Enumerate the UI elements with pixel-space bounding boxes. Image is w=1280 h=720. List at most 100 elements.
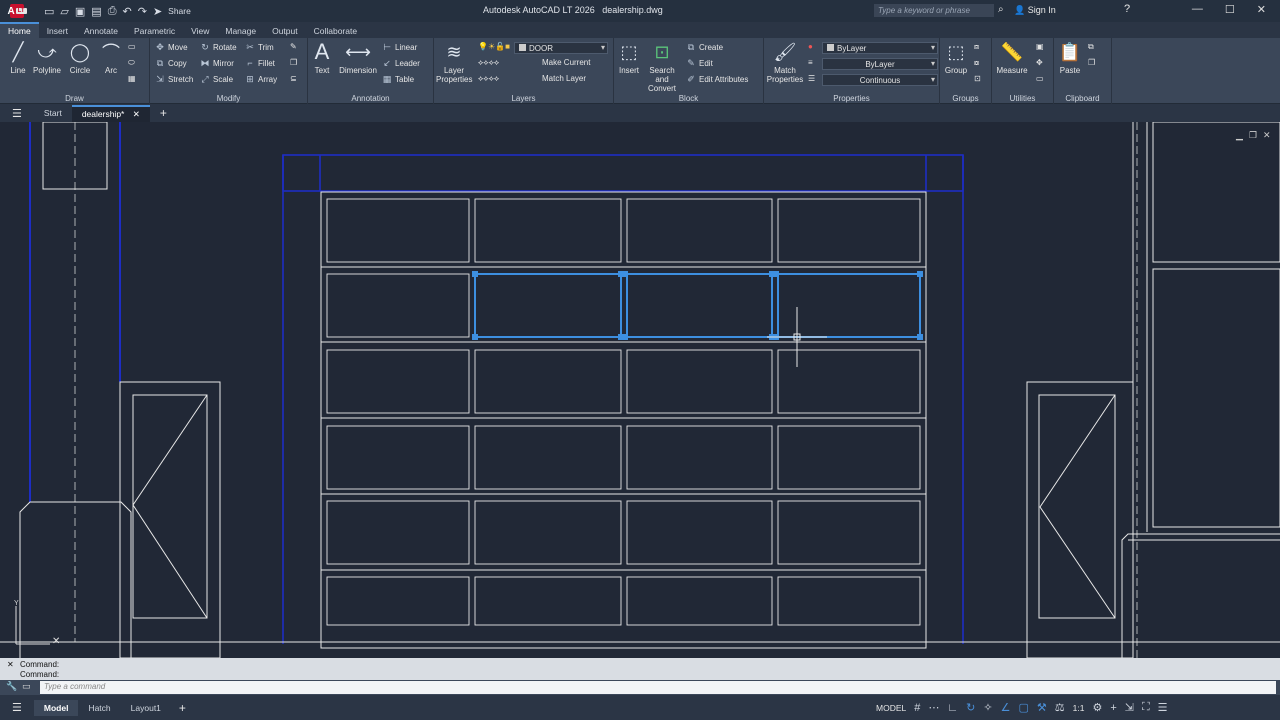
layer-tools-2-icon[interactable]: ⟡⟡⟡⟡ (478, 74, 499, 84)
table-button[interactable]: ▦ Table (382, 74, 414, 84)
grid-icon[interactable]: # (914, 702, 920, 714)
share-icon[interactable]: ➤ (153, 5, 162, 18)
selected-panels[interactable] (474, 273, 921, 338)
groups-panel-title[interactable]: Groups (940, 94, 991, 103)
search-icon[interactable]: ⌕ (998, 4, 1004, 15)
match-properties-button[interactable]: 🖌 Match Properties (764, 40, 806, 85)
edit-block-button[interactable]: ✎ Edit (686, 58, 713, 68)
snap-icon[interactable]: ⋯ (928, 701, 939, 714)
erase-icon[interactable]: ✎ (290, 42, 297, 51)
drawing-canvas[interactable]: ▁ ❐ ✕ ✕ Y (0, 122, 1280, 658)
modify-panel-title[interactable]: Modify (150, 94, 307, 103)
layers-panel-title[interactable]: Layers (434, 94, 613, 103)
viewport-minimize-icon[interactable]: ▁ (1235, 130, 1244, 141)
close-tab-icon[interactable]: ✕ (133, 109, 140, 119)
text-button[interactable]: A Text (302, 39, 342, 75)
menu-icon[interactable]: ☰ (0, 107, 34, 120)
block-panel-title[interactable]: Block (614, 94, 763, 103)
layer-tools-icon[interactable]: ⟡⟡⟡⟡ (478, 58, 499, 68)
add-layout-icon[interactable]: + (171, 701, 194, 715)
tab-view[interactable]: View (183, 24, 217, 38)
help-icon[interactable]: ? (1124, 3, 1130, 15)
paste-button[interactable]: 📋 Paste (1050, 40, 1090, 76)
selection-cycling-icon[interactable]: ▢ (1018, 701, 1028, 714)
utilities-panel-title[interactable]: Utilities (992, 94, 1053, 103)
grip-handles[interactable] (472, 271, 923, 340)
layer-dropdown[interactable]: DOOR (514, 42, 608, 54)
tab-start[interactable]: Start (34, 106, 72, 120)
plot-icon[interactable]: ⎙ (108, 5, 117, 18)
command-prompt-icon[interactable]: ▭ (22, 681, 31, 692)
lineweight-toggle-icon[interactable]: ∠ (1001, 701, 1011, 714)
osnap-icon[interactable]: ✧ (983, 701, 992, 714)
tab-home[interactable]: Home (0, 22, 39, 38)
search-input[interactable]: Type a keyword or phrase (874, 4, 994, 17)
open-file-icon[interactable]: ▱ (60, 5, 68, 18)
tab-manage[interactable]: Manage (217, 24, 264, 38)
match-layer-button[interactable]: Match Layer (542, 74, 586, 83)
workspace-gear-icon[interactable]: ⚙ (1092, 701, 1102, 714)
sign-in-button[interactable]: 👤 Sign In (1014, 5, 1056, 16)
layer-on-icon[interactable]: 💡☀🔓■ (478, 42, 510, 51)
tab-output[interactable]: Output (264, 24, 306, 38)
color-dropdown[interactable]: ByLayer (822, 42, 938, 54)
command-input[interactable]: Type a command (40, 681, 1276, 694)
hatch-icon[interactable]: ▦ (128, 74, 136, 83)
ortho-icon[interactable]: ∟ (947, 702, 958, 714)
scale-button[interactable]: ⤢ Scale (200, 74, 233, 84)
share-label[interactable]: Share (168, 6, 191, 16)
leader-button[interactable]: ↙ Leader (382, 58, 420, 68)
annotation-scale-icon[interactable]: ⚖ (1055, 701, 1065, 714)
arc-button[interactable]: ⌒ Arc (91, 40, 131, 75)
garage-door[interactable] (320, 191, 927, 649)
tab-model[interactable]: Model (33, 699, 79, 716)
stretch-button[interactable]: ⇲ Stretch (155, 74, 193, 84)
ungroup-icon[interactable]: ⧈ (974, 42, 979, 52)
move-button[interactable]: ✥ Move (155, 42, 187, 52)
draw-panel-title[interactable]: Draw (0, 94, 149, 103)
trim-button[interactable]: ✂ Trim (245, 42, 273, 52)
maximize-icon[interactable]: ☐ (1225, 3, 1235, 16)
customize-icon[interactable]: ☰ (1158, 701, 1168, 714)
rectangle-icon[interactable]: ▭ (128, 42, 136, 51)
tab-hatch[interactable]: Hatch (78, 700, 120, 716)
rotate-button[interactable]: ↻ Rotate (200, 42, 236, 52)
layout-menu-icon[interactable]: ☰ (0, 701, 34, 714)
undo-icon[interactable]: ↶ (123, 5, 132, 18)
search-convert-button[interactable]: ⊡ Search and Convert (642, 40, 682, 94)
tab-dealership[interactable]: dealership* ✕ (71, 104, 150, 122)
add-icon[interactable]: + (1110, 702, 1116, 714)
fillet-button[interactable]: ⌐ Fillet (245, 58, 275, 68)
command-close-icon[interactable]: ✕ (7, 660, 14, 669)
group-edit-icon[interactable]: ⧇ (974, 58, 979, 68)
linetype-dropdown[interactable]: Continuous (822, 74, 938, 86)
select-all-icon[interactable]: ▭ (1036, 74, 1044, 83)
measure-button[interactable]: 📏 Measure (992, 40, 1032, 76)
group-select-icon[interactable]: ⊡ (974, 74, 981, 83)
edit-attributes-button[interactable]: ✐ Edit Attributes (686, 74, 748, 84)
minimize-icon[interactable]: — (1192, 3, 1203, 16)
layer-properties-button[interactable]: ≋ Layer Properties (434, 40, 474, 85)
model-space-label[interactable]: MODEL (876, 703, 906, 713)
tab-collaborate[interactable]: Collaborate (306, 24, 365, 38)
clipboard-panel-title[interactable]: Clipboard (1054, 94, 1111, 103)
hardware-accel-icon[interactable]: ⛶ (1142, 701, 1150, 714)
redo-icon[interactable]: ↷ (138, 5, 147, 18)
linear-button[interactable]: ⊢ Linear (382, 42, 417, 52)
explode-icon[interactable]: ❐ (290, 58, 297, 67)
viewport-restore-icon[interactable]: ❐ (1249, 130, 1257, 140)
drawing-area[interactable]: ▁ ❐ ✕ ✕ Y (0, 122, 1280, 658)
tab-insert[interactable]: Insert (39, 24, 76, 38)
lineweight-dropdown[interactable]: ByLayer (822, 58, 938, 70)
create-block-button[interactable]: ⧉ Create (686, 42, 723, 52)
wrench-icon[interactable]: 🔧 (6, 681, 17, 692)
tab-parametric[interactable]: Parametric (126, 24, 183, 38)
cut-icon[interactable]: ⧉ (1088, 42, 1094, 52)
close-icon[interactable]: ✕ (1257, 3, 1266, 16)
isolate-icon[interactable]: ⇲ (1125, 701, 1134, 714)
array-button[interactable]: ⊞ Array (245, 74, 277, 84)
annotation-scale-value[interactable]: 1:1 (1073, 703, 1085, 713)
properties-panel-title[interactable]: Properties (764, 94, 939, 103)
ellipse-icon[interactable]: ⬭ (128, 58, 135, 68)
make-current-button[interactable]: Make Current (542, 58, 590, 67)
